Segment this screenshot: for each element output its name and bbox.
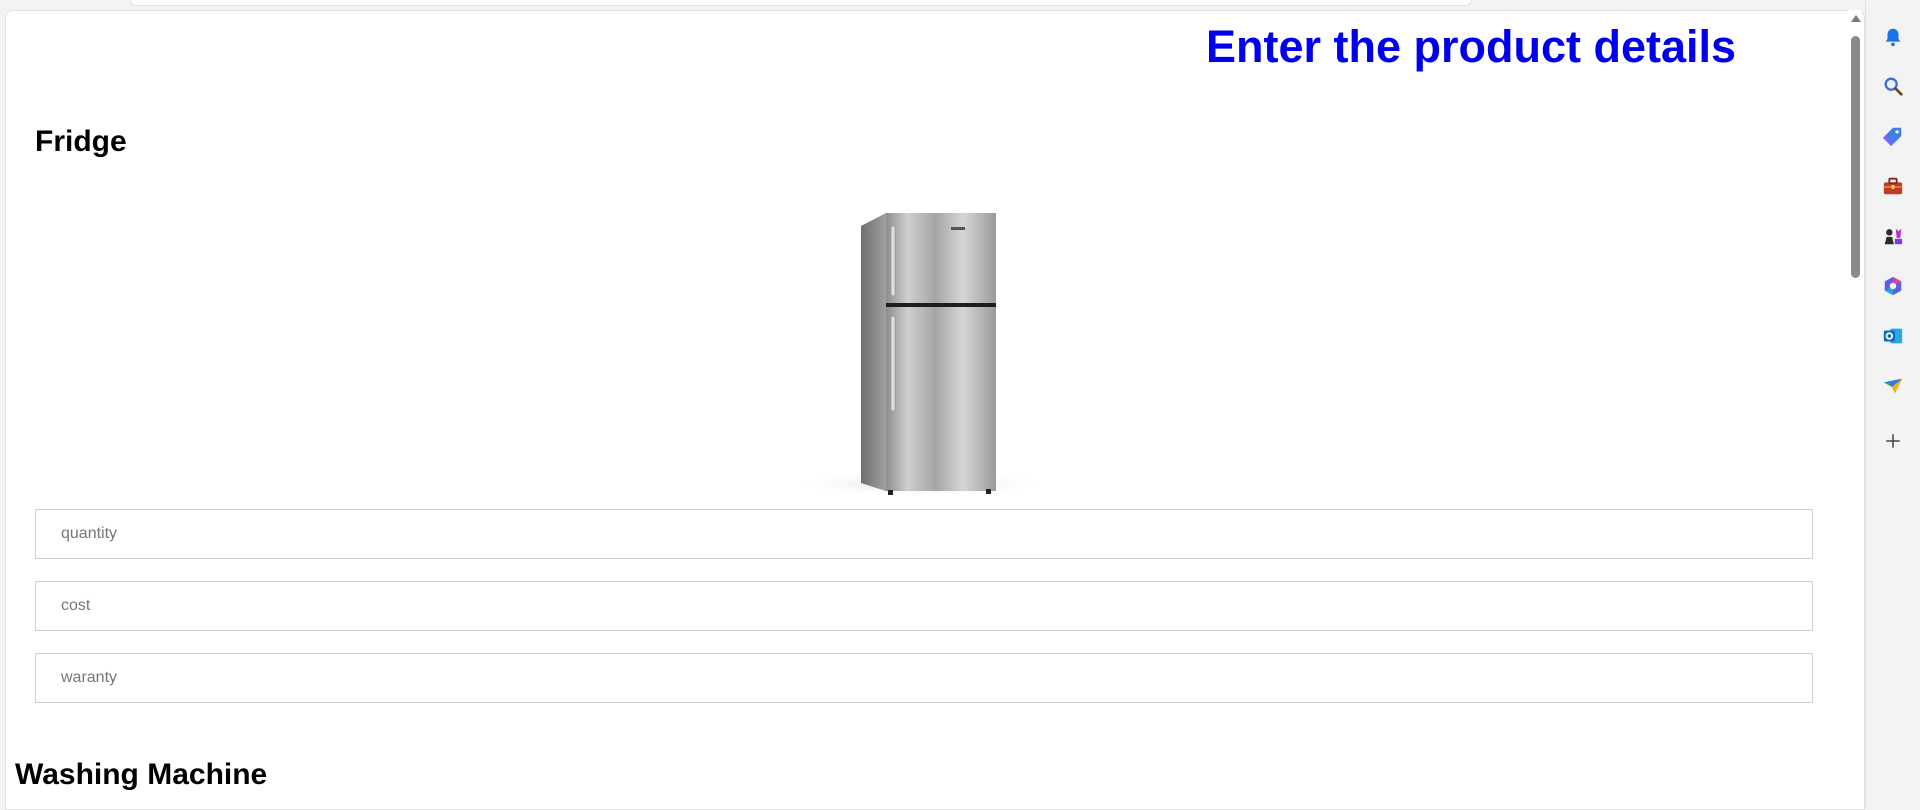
browser-top-strip <box>130 0 1472 6</box>
product-title-fridge: Fridge <box>35 125 127 158</box>
fridge-image <box>796 213 1046 496</box>
copilot-icon[interactable] <box>1880 273 1906 299</box>
warranty-input[interactable] <box>35 653 1813 703</box>
add-icon[interactable] <box>1880 428 1906 454</box>
send-icon[interactable] <box>1880 373 1906 399</box>
chess-icon[interactable] <box>1880 223 1906 249</box>
cost-input[interactable] <box>35 581 1813 631</box>
bell-icon[interactable] <box>1880 24 1906 50</box>
quantity-input[interactable] <box>35 509 1813 559</box>
page-content: Enter the product details Fridge quantit… <box>5 10 1865 810</box>
outlook-icon[interactable] <box>1880 323 1906 349</box>
scroll-up-arrow-icon[interactable] <box>1851 15 1861 22</box>
search-icon[interactable] <box>1880 73 1906 99</box>
scrollbar-thumb[interactable] <box>1851 36 1860 278</box>
product-title-washing-machine: Washing Machine <box>15 758 268 791</box>
browser-sidebar <box>1865 0 1920 808</box>
tag-icon[interactable] <box>1880 123 1906 149</box>
toolbox-icon[interactable] <box>1880 173 1906 199</box>
page-heading: Enter the product details <box>1206 21 1737 72</box>
vertical-scrollbar[interactable] <box>1848 10 1862 808</box>
